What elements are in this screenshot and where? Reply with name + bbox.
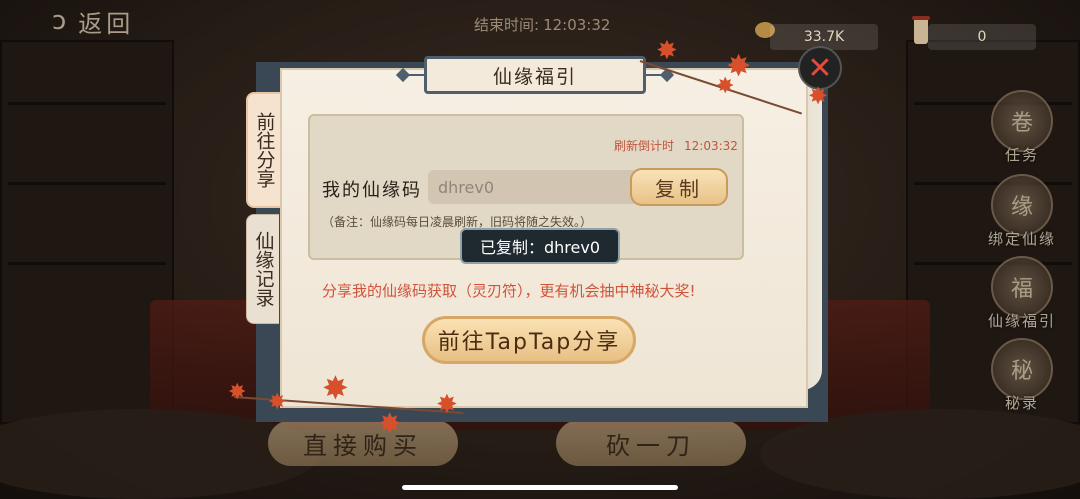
- back-arrow-icon: ↄ: [52, 6, 71, 36]
- buy-directly-button[interactable]: 直接购买: [268, 420, 458, 466]
- end-time-value: 12:03:32: [543, 16, 611, 34]
- maple-leaf-icon: ✸: [228, 380, 247, 405]
- maple-leaf-icon: ✸: [268, 390, 287, 415]
- scroll-task-icon: 卷: [991, 90, 1053, 152]
- maple-leaf-icon: ✸: [322, 369, 349, 407]
- side-menu-label: 任务: [1004, 146, 1039, 164]
- tab-label: 仙缘记录: [252, 231, 275, 307]
- bind-fate-icon: 缘: [991, 174, 1053, 236]
- tab-records[interactable]: 仙缘记录: [246, 214, 279, 324]
- back-button[interactable]: ↄ 返回: [52, 4, 134, 38]
- maple-leaf-icon: ✸: [656, 36, 678, 66]
- side-menu-label: 绑定仙缘: [987, 230, 1056, 248]
- home-indicator[interactable]: [402, 485, 678, 490]
- taptap-share-button[interactable]: 前往TapTap分享: [422, 316, 636, 364]
- side-menu-secret[interactable]: 秘 秘录: [986, 338, 1058, 413]
- maple-leaf-icon: ✸: [808, 82, 829, 110]
- copy-button[interactable]: 复制: [630, 168, 728, 206]
- maple-leaf-icon: ✸: [436, 390, 458, 420]
- close-icon: ✕: [807, 50, 833, 86]
- fate-lottery-icon: 福: [991, 256, 1053, 318]
- side-menu-task[interactable]: 卷 任务: [986, 90, 1058, 165]
- dialog-title: 仙缘福引: [424, 56, 646, 94]
- maple-leaf-icon: ✸: [716, 74, 735, 99]
- refresh-value: 12:03:32: [684, 139, 738, 153]
- resource-counter-b: 0: [928, 24, 1036, 50]
- tab-label: 前往分享: [253, 112, 276, 188]
- bargain-button[interactable]: 砍一刀: [556, 420, 746, 466]
- end-time: 结束时间: 12:03:32: [470, 14, 610, 35]
- back-label: 返回: [78, 9, 135, 38]
- maple-leaf-icon: ✸: [378, 407, 402, 440]
- refresh-label: 刷新倒计时: [614, 139, 675, 153]
- secret-record-icon: 秘: [991, 338, 1053, 400]
- code-label: 我的仙缘码: [322, 180, 422, 201]
- end-time-label: 结束时间:: [474, 16, 540, 34]
- side-menu-bind[interactable]: 缘 绑定仙缘: [986, 174, 1058, 249]
- side-menu-label: 仙缘福引: [987, 312, 1056, 330]
- side-menu-label: 秘录: [1004, 394, 1039, 412]
- side-menu-lottery[interactable]: 福 仙缘福引: [986, 256, 1058, 331]
- refresh-countdown: 刷新倒计时 12:03:32: [614, 137, 738, 154]
- copied-toast: 已复制：dhrev0: [460, 228, 620, 264]
- tab-share[interactable]: 前往分享: [246, 92, 280, 208]
- share-hint: 分享我的仙缘码获取（灵刃符），更有机会抽中神秘大奖!: [322, 282, 696, 300]
- code-field[interactable]: [428, 170, 634, 204]
